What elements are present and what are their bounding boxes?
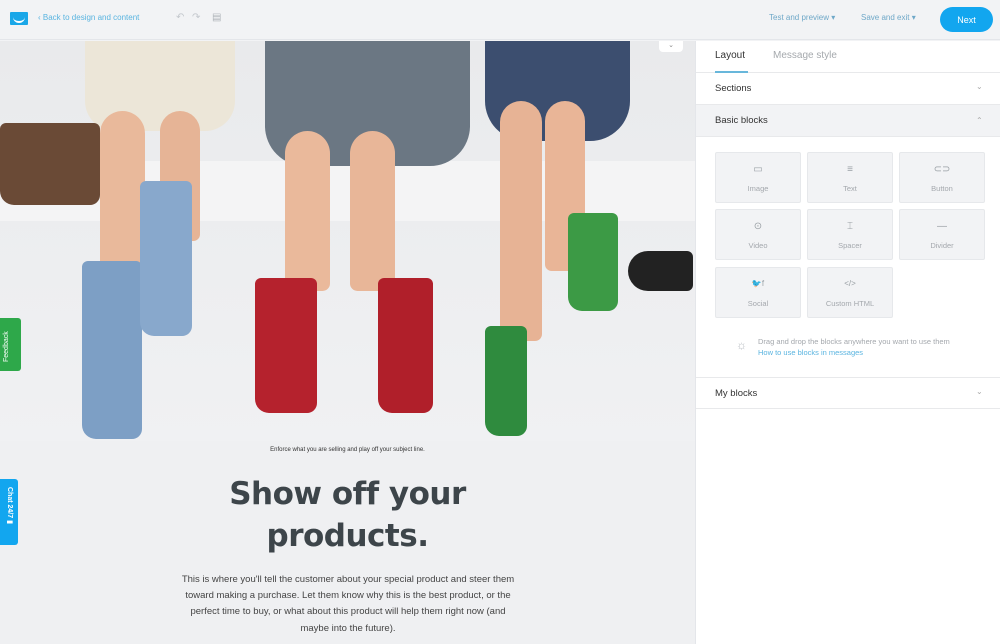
block-social[interactable]: 🐦f Social (715, 267, 801, 318)
red-boot (378, 278, 433, 413)
save-and-exit-menu[interactable]: Save and exit ▾ (861, 13, 916, 22)
green-boot (568, 213, 618, 311)
headline[interactable]: Show off your products. (180, 473, 515, 557)
envelope-logo-icon[interactable] (10, 12, 28, 25)
text-lines-icon: ≡ (847, 164, 853, 175)
drag-drop-hint: Drag and drop the blocks anywhere you wa… (758, 337, 950, 346)
next-button[interactable]: Next (940, 7, 993, 32)
block-divider[interactable]: — Divider (899, 209, 985, 260)
chevron-up-icon: ⌃ (976, 116, 983, 125)
block-label: Spacer (838, 241, 862, 250)
sections-accordion[interactable]: Sections ⌄ (696, 73, 1000, 105)
lightbulb-icon: ☼ (736, 338, 747, 352)
spacer-icon: ⌶ (847, 221, 853, 232)
basic-blocks-label: Basic blocks (715, 115, 768, 126)
panel-tabs: Layout Message style (696, 41, 1000, 73)
leg (100, 111, 145, 281)
green-boot (485, 326, 527, 436)
chat-tab[interactable]: Chat 24/7 ▮ (0, 479, 18, 545)
block-label: Video (748, 241, 768, 250)
play-circle-icon: ⊙ (753, 221, 763, 232)
block-label: Text (843, 184, 857, 193)
preheader-text[interactable]: Enforce what you are selling and play of… (0, 447, 695, 453)
hero-image[interactable] (0, 41, 695, 441)
top-bar: ‹ Back to design and content ↶ ↷ ▤ Test … (0, 0, 1000, 40)
block-custom-html[interactable]: </> Custom HTML (807, 267, 893, 318)
sections-label: Sections (715, 83, 752, 94)
block-label: Divider (930, 241, 954, 250)
back-to-design-link[interactable]: ‹ Back to design and content (38, 13, 139, 22)
leg (500, 101, 542, 341)
code-icon: </> (844, 279, 856, 288)
block-label: Social (747, 299, 769, 308)
chat-label: Chat 24/7 ▮ (6, 487, 13, 524)
block-label: Image (747, 184, 769, 193)
social-icon: 🐦f (751, 279, 765, 288)
red-boot (255, 278, 317, 413)
block-image[interactable]: ▭ Image (715, 152, 801, 203)
image-icon: ▭ (753, 164, 763, 175)
basic-blocks-accordion[interactable]: Basic blocks ⌃ (696, 105, 1000, 137)
my-blocks-accordion[interactable]: My blocks ⌄ (696, 377, 1000, 409)
blue-boot (140, 181, 192, 336)
test-and-preview-menu[interactable]: Test and preview ▾ (769, 13, 835, 22)
leg (350, 131, 395, 291)
how-to-use-blocks-link[interactable]: How to use blocks in messages (758, 348, 863, 357)
block-spacer[interactable]: ⌶ Spacer (807, 209, 893, 260)
block-button[interactable]: ⊂⊃ Button (899, 152, 985, 203)
blocks-panel: Layout Message style Sections ⌄ Basic bl… (695, 41, 1000, 644)
chevron-down-icon: ⌄ (976, 387, 983, 396)
redo-icon[interactable]: ↷ (192, 12, 200, 23)
block-label: Custom HTML (825, 299, 875, 308)
my-blocks-label: My blocks (715, 388, 758, 399)
feedback-tab[interactable]: Feedback (0, 318, 21, 371)
body-text[interactable]: This is where you'll tell the customer a… (178, 572, 518, 637)
divider-line-icon: — (937, 221, 947, 232)
block-label: Button (931, 184, 953, 193)
collapse-toggle[interactable]: ⌄ (659, 41, 683, 52)
chevron-down-icon: ⌄ (976, 82, 983, 91)
brown-boot (0, 123, 100, 205)
email-canvas: ⌄ Enforce what you are selling and play … (0, 41, 695, 644)
button-icon: ⊂⊃ (933, 164, 951, 175)
feedback-label: Feedback (3, 331, 10, 362)
leg (285, 131, 330, 291)
blue-boot (82, 261, 142, 439)
tab-layout[interactable]: Layout (715, 50, 745, 61)
save-icon[interactable]: ▤ (212, 12, 221, 23)
black-heel (628, 251, 693, 291)
block-video[interactable]: ⊙ Video (715, 209, 801, 260)
undo-icon[interactable]: ↶ (176, 12, 184, 23)
block-text[interactable]: ≡ Text (807, 152, 893, 203)
tab-message-style[interactable]: Message style (773, 50, 837, 61)
